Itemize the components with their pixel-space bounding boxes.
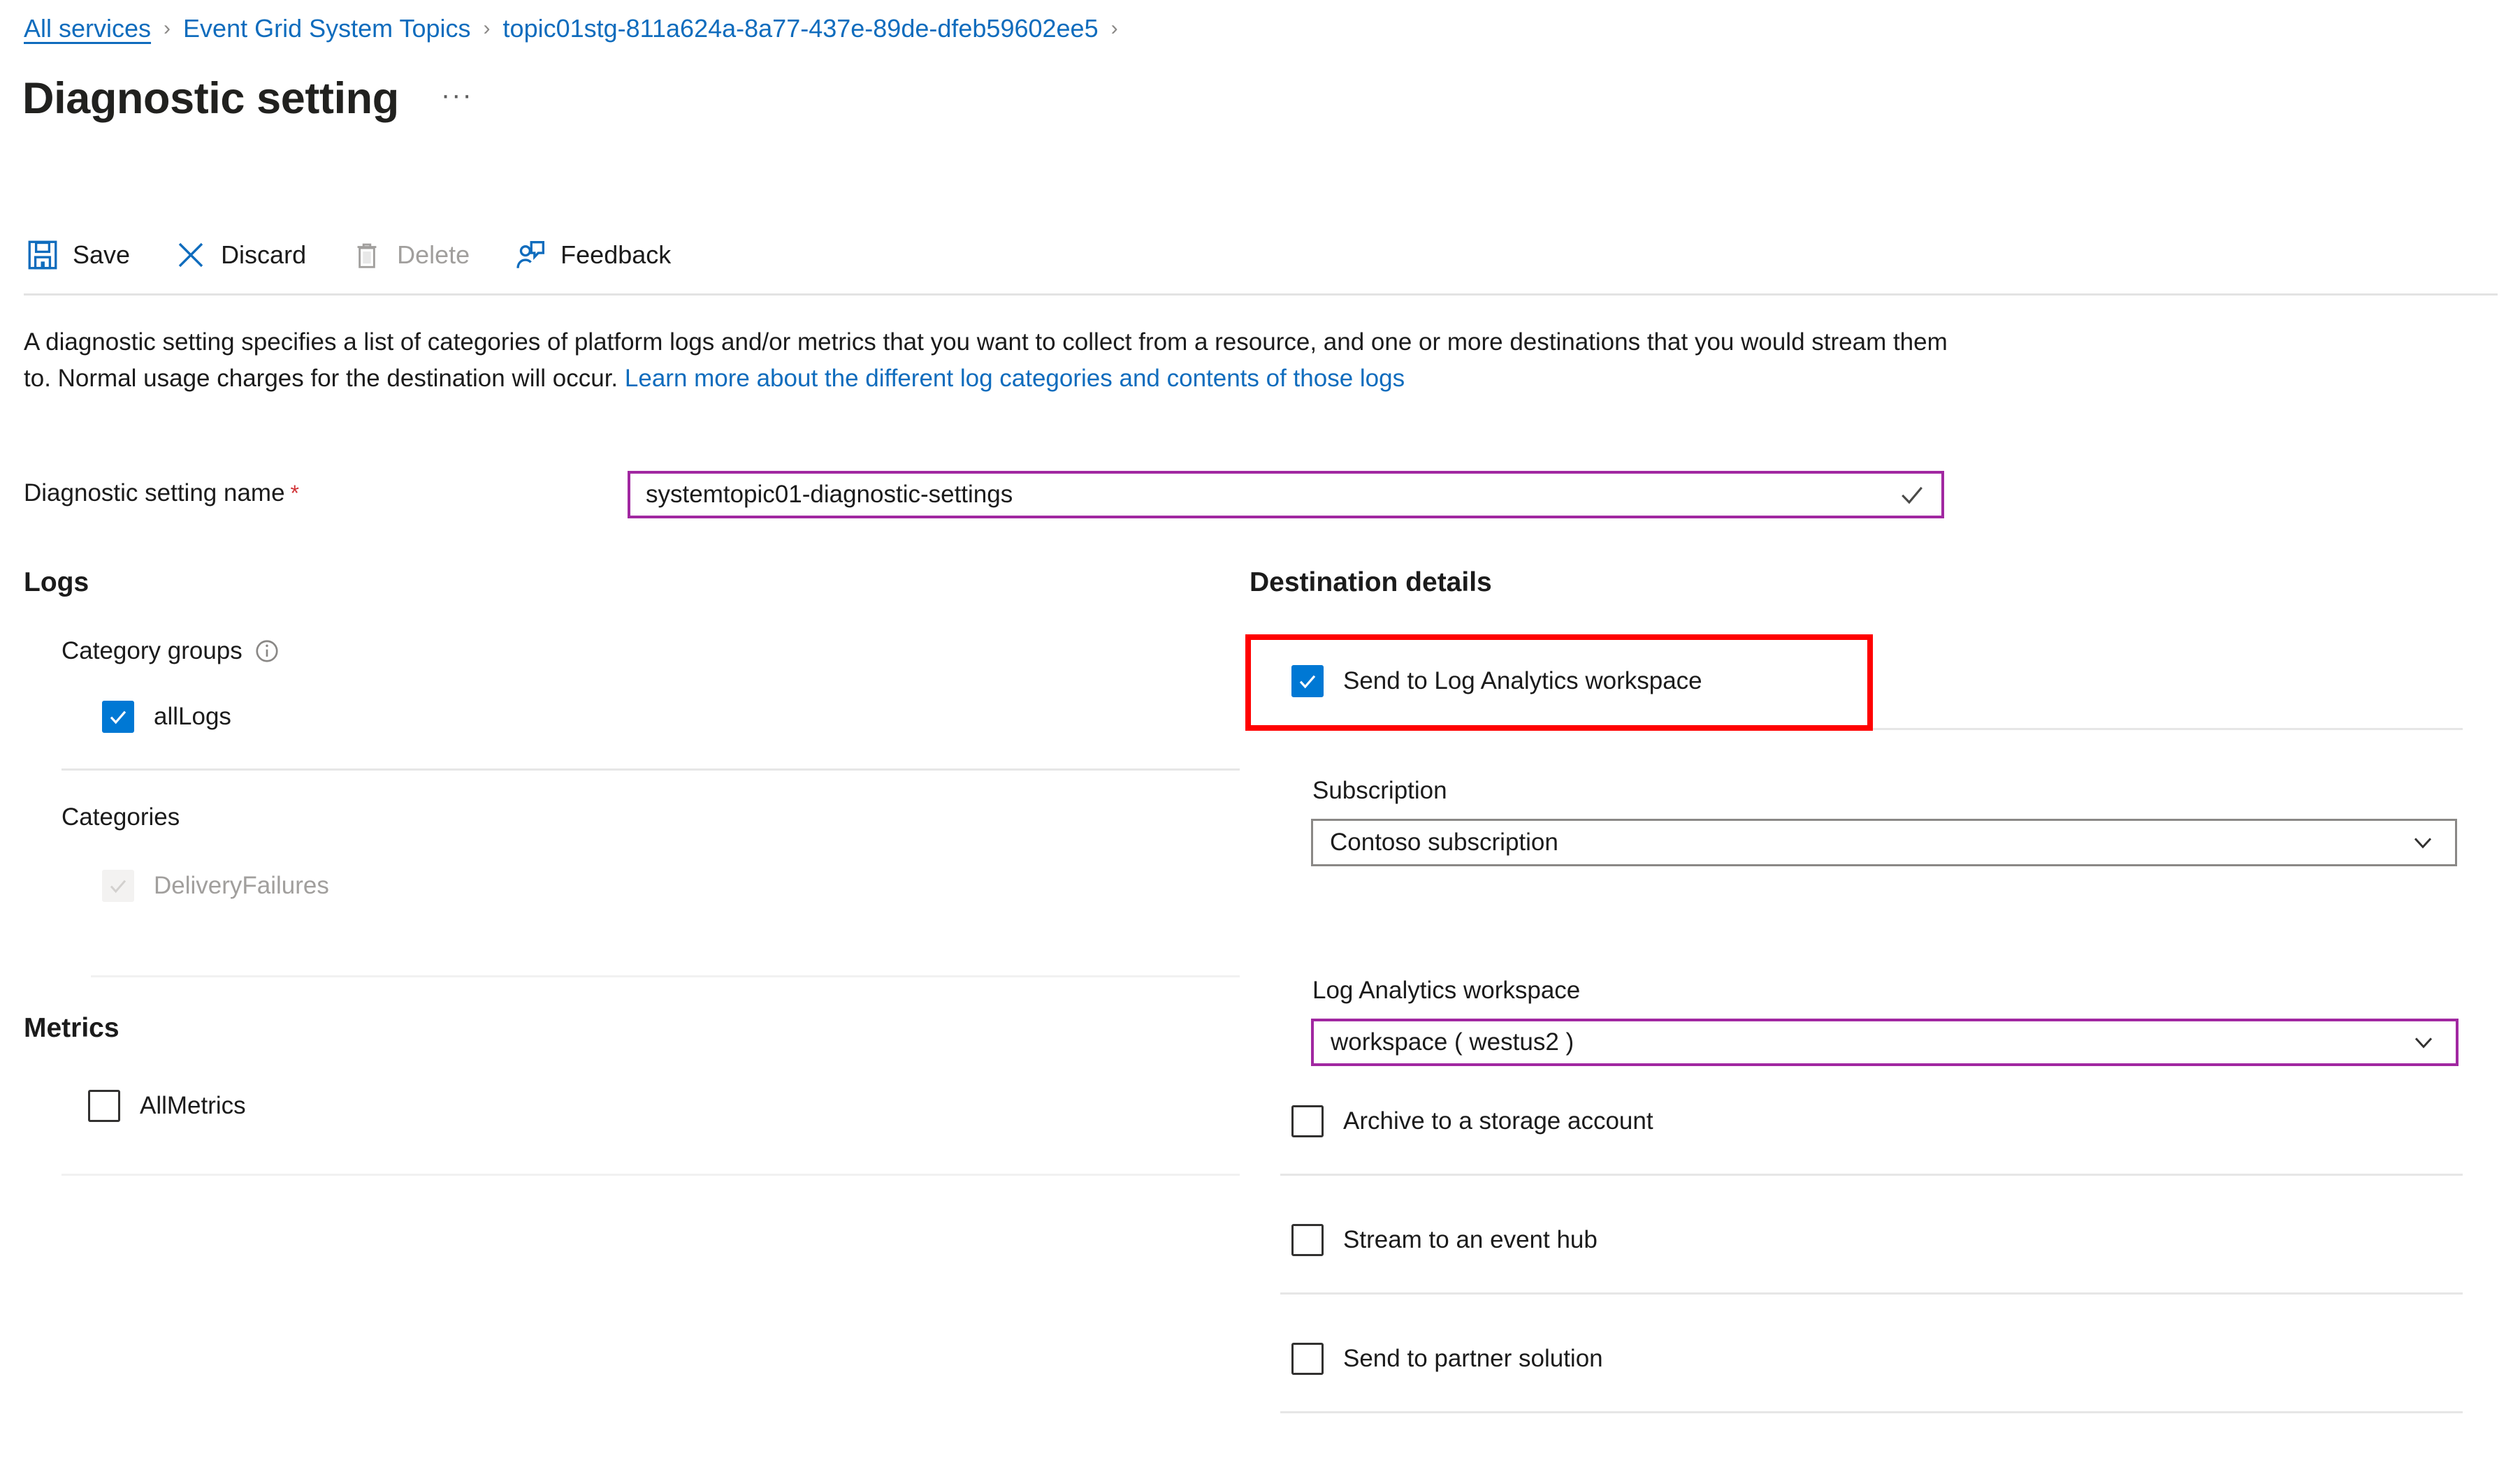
- destination-details-heading: Destination details: [1250, 567, 1492, 597]
- description-text: A diagnostic setting specifies a list of…: [24, 324, 1953, 397]
- checkbox-row-archive-storage[interactable]: Archive to a storage account: [1291, 1105, 1653, 1137]
- command-bar: Save Discard Delete Feedback: [24, 227, 713, 283]
- deliveryfailures-checkbox: [102, 870, 134, 902]
- trash-icon: [348, 236, 386, 274]
- breadcrumb-separator-icon: ›: [164, 17, 171, 40]
- learn-more-link[interactable]: Learn more about the different log categ…: [625, 365, 1405, 392]
- checkbox-row-event-hub[interactable]: Stream to an event hub: [1291, 1224, 1598, 1256]
- subscription-dropdown[interactable]: Contoso subscription: [1311, 819, 2457, 866]
- feedback-button[interactable]: Feedback: [512, 236, 671, 274]
- destination-divider-2: [1280, 1174, 2463, 1176]
- alllogs-checkbox[interactable]: [102, 701, 134, 733]
- checkbox-row-deliveryfailures: DeliveryFailures: [102, 870, 329, 902]
- send-to-partner-solution-checkbox[interactable]: [1291, 1343, 1324, 1375]
- logs-divider-2: [91, 975, 1240, 977]
- stream-to-event-hub-label: Stream to an event hub: [1343, 1226, 1598, 1253]
- send-to-log-analytics-checkbox[interactable]: [1291, 665, 1324, 697]
- save-icon: [24, 236, 61, 274]
- archive-to-storage-account-checkbox[interactable]: [1291, 1105, 1324, 1137]
- chevron-down-icon: [2407, 826, 2440, 859]
- archive-to-storage-account-label: Archive to a storage account: [1343, 1107, 1653, 1135]
- log-analytics-workspace-label: Log Analytics workspace: [1312, 977, 1581, 1004]
- delete-label: Delete: [397, 240, 470, 269]
- diagnostic-setting-name-label: Diagnostic setting name: [24, 479, 285, 506]
- breadcrumb-item-event-grid-system-topics[interactable]: Event Grid System Topics: [183, 14, 471, 43]
- subscription-label: Subscription: [1312, 777, 1447, 804]
- discard-label: Discard: [221, 240, 307, 269]
- save-label: Save: [73, 240, 131, 269]
- close-icon: [172, 236, 210, 274]
- checkbox-row-log-analytics[interactable]: Send to Log Analytics workspace: [1291, 665, 1702, 697]
- delete-button[interactable]: Delete: [348, 236, 470, 274]
- subscription-value: Contoso subscription: [1330, 829, 1558, 856]
- log-analytics-workspace-dropdown[interactable]: workspace ( westus2 ): [1311, 1019, 2459, 1066]
- page-title: Diagnostic setting: [22, 74, 399, 123]
- categories-label: Categories: [61, 803, 180, 831]
- stream-to-event-hub-checkbox[interactable]: [1291, 1224, 1324, 1256]
- breadcrumb-trailing-separator-icon: ›: [1110, 17, 1118, 40]
- logs-heading: Logs: [24, 567, 89, 597]
- checkbox-row-partner-solution[interactable]: Send to partner solution: [1291, 1343, 1603, 1375]
- destination-divider-4: [1280, 1411, 2463, 1413]
- diagnostic-setting-page: All services › Event Grid System Topics …: [0, 0, 2520, 1465]
- chevron-down-icon: [2408, 1026, 2440, 1058]
- diagnostic-setting-name-label-row: Diagnostic setting name *: [24, 479, 299, 507]
- destination-divider-3: [1280, 1292, 2463, 1295]
- checkbox-row-alllogs[interactable]: allLogs: [102, 701, 231, 733]
- allmetrics-checkbox[interactable]: [88, 1090, 120, 1122]
- valid-check-icon: [1897, 479, 1927, 510]
- feedback-icon: [512, 236, 549, 274]
- category-groups-text: Category groups: [61, 637, 242, 664]
- send-to-log-analytics-label: Send to Log Analytics workspace: [1343, 667, 1702, 694]
- alllogs-label: allLogs: [154, 703, 231, 730]
- info-icon[interactable]: [254, 638, 280, 664]
- checkbox-row-allmetrics[interactable]: AllMetrics: [88, 1090, 246, 1122]
- save-button[interactable]: Save: [24, 236, 130, 274]
- log-analytics-workspace-value: workspace ( westus2 ): [1331, 1028, 1574, 1056]
- required-marker: *: [290, 480, 299, 506]
- send-to-partner-solution-label: Send to partner solution: [1343, 1345, 1603, 1372]
- breadcrumb-separator-icon: ›: [483, 17, 491, 40]
- more-options-icon[interactable]: ···: [441, 81, 473, 116]
- allmetrics-label: AllMetrics: [140, 1092, 246, 1119]
- page-header: Diagnostic setting ···: [22, 75, 473, 122]
- deliveryfailures-label: DeliveryFailures: [154, 872, 329, 899]
- breadcrumb-item-all-services[interactable]: All services: [24, 14, 151, 43]
- diagnostic-setting-name-field[interactable]: [628, 471, 1944, 518]
- logs-divider-1: [61, 768, 1240, 771]
- feedback-label: Feedback: [560, 240, 672, 269]
- command-bar-divider: [24, 293, 2498, 296]
- diagnostic-setting-name-input[interactable]: [646, 481, 1897, 509]
- category-groups-label: Category groups: [61, 637, 280, 665]
- breadcrumb: All services › Event Grid System Topics …: [24, 14, 1131, 43]
- breadcrumb-item-topic[interactable]: topic01stg-811a624a-8a77-437e-89de-dfeb5…: [503, 14, 1099, 43]
- metrics-heading: Metrics: [24, 1013, 120, 1043]
- metrics-divider: [61, 1174, 1240, 1176]
- destination-divider-1: [1873, 728, 2463, 730]
- discard-button[interactable]: Discard: [172, 236, 306, 274]
